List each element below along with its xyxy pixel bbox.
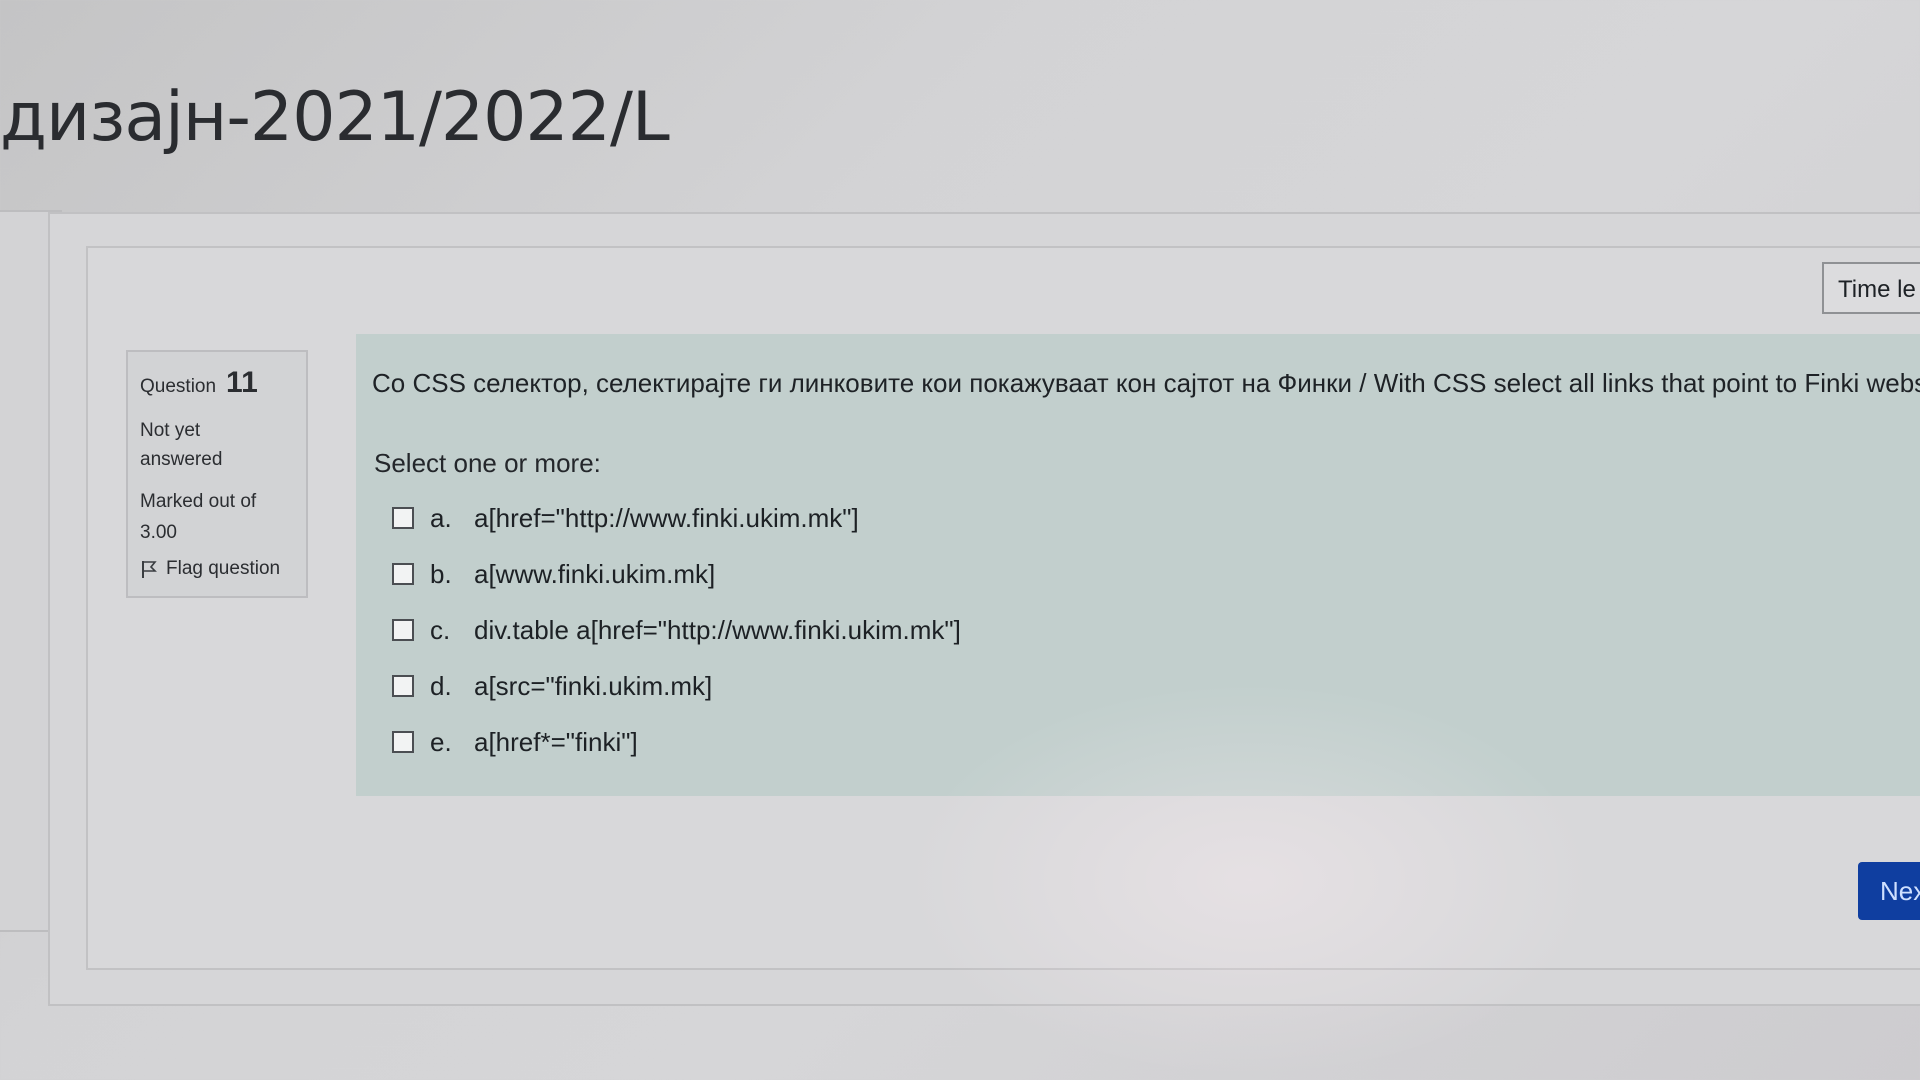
question-info-panel: Question 11 Not yet answered Marked out … [126, 350, 308, 598]
answer-text: a[www.finki.ukim.mk] [474, 558, 716, 589]
time-left-label: Time le [1838, 276, 1916, 303]
question-grade-line2: 3.00 [140, 522, 177, 543]
answer-text: a[href*="finki"] [474, 726, 638, 757]
answer-prompt: Select one or more: [374, 448, 601, 478]
flag-question-label: Flag question [166, 558, 281, 579]
question-label: Question [140, 376, 217, 397]
question-grade-line1: Marked out of [140, 491, 257, 512]
answer-checkbox-d[interactable] [392, 675, 414, 697]
question-text: Со CSS селектор, селектирајте ги линкови… [372, 368, 1920, 398]
answer-text: a[src="finki.ukim.mk] [474, 670, 713, 701]
next-page-button[interactable]: Nex [1858, 862, 1920, 920]
page-title: дизајн-2021/2022/L [0, 78, 670, 157]
time-left-box: Time le [1822, 262, 1920, 314]
answer-checkbox-e[interactable] [392, 731, 414, 753]
answer-text: div.table a[href="http://www.finki.ukim.… [474, 614, 961, 645]
flag-icon [140, 559, 158, 579]
question-number: 11 [226, 366, 258, 399]
answer-checkbox-b[interactable] [392, 563, 414, 585]
question-formulation: Со CSS селектор, селектирајте ги линкови… [356, 334, 1920, 796]
answer-option-d[interactable]: d. a[src="finki.ukim.mk] [392, 658, 961, 714]
question-state-line2: answered [140, 449, 223, 470]
answer-option-c[interactable]: c. div.table a[href="http://www.finki.uk… [392, 602, 961, 658]
answer-letter: d. [430, 670, 452, 701]
question-state-line1: Not yet [140, 420, 201, 441]
answer-option-b[interactable]: b. a[www.finki.ukim.mk] [392, 546, 961, 602]
answer-letter: b. [430, 558, 452, 589]
question-grade: Marked out of 3.00 [140, 486, 294, 548]
answer-text: a[href="http://www.finki.ukim.mk"] [474, 502, 859, 533]
answer-letter: e. [430, 726, 452, 757]
answer-option-e[interactable]: e. a[href*="finki"] [392, 714, 961, 770]
answer-option-a[interactable]: a. a[href="http://www.finki.ukim.mk"] [392, 490, 961, 546]
answer-list: a. a[href="http://www.finki.ukim.mk"] b.… [392, 490, 961, 770]
answer-letter: a. [430, 502, 452, 533]
question-state: Not yet answered [140, 416, 294, 474]
answer-checkbox-a[interactable] [392, 507, 414, 529]
answer-letter: c. [430, 614, 451, 645]
question-number-line: Question 11 [140, 366, 294, 400]
answer-checkbox-c[interactable] [392, 619, 414, 641]
flag-question-link[interactable]: Flag question [140, 558, 294, 580]
